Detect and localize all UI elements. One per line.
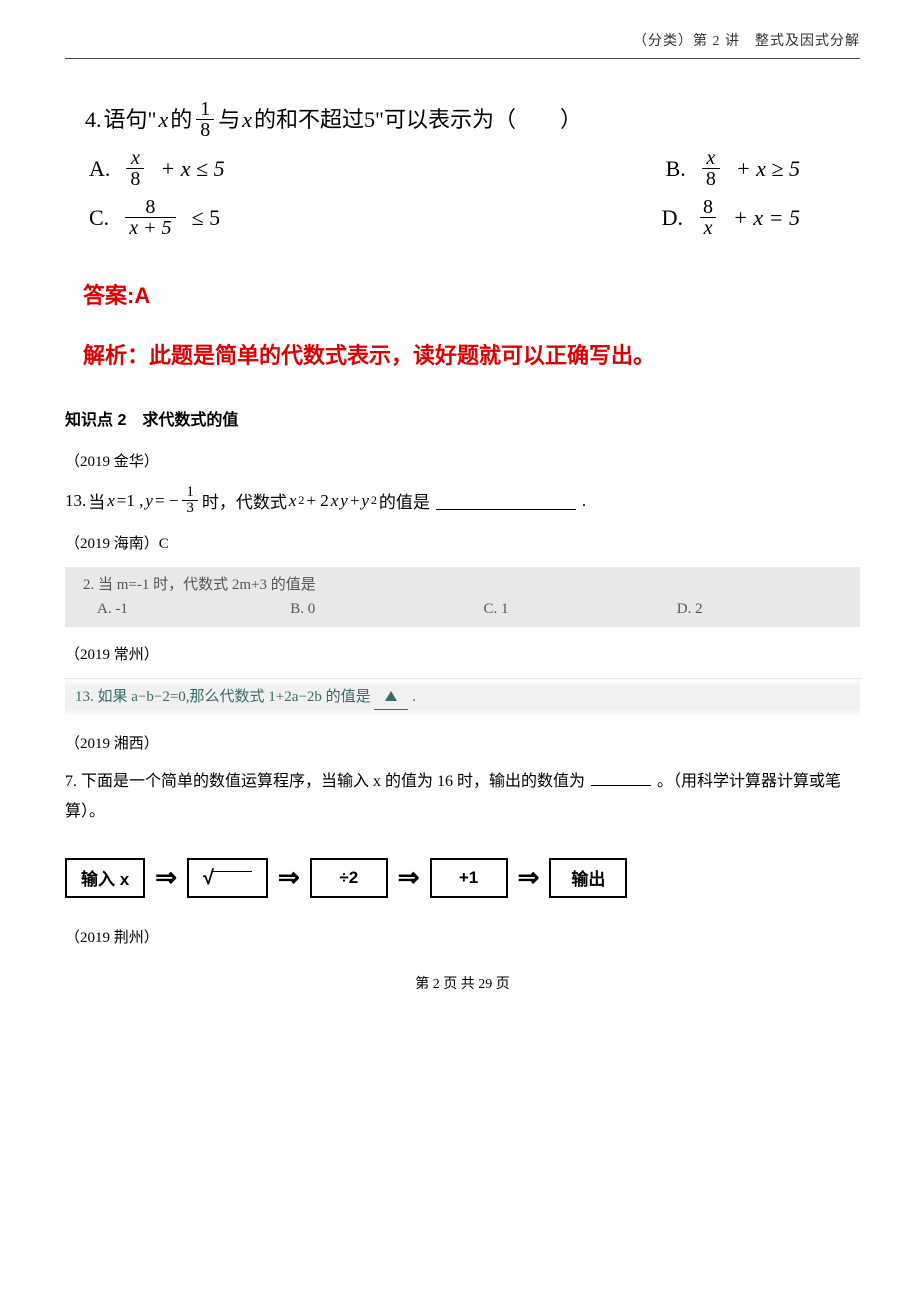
- scan1-B: B. 0: [290, 597, 463, 621]
- q4-number: 4.: [85, 100, 102, 140]
- page-footer: 第 2 页 共 29 页: [65, 973, 860, 993]
- scan2-text-b: .: [412, 689, 416, 705]
- explain-line: 解析：此题是简单的代数式表示，读好题就可以正确写出。: [65, 338, 860, 370]
- q4-text-a: 语句": [104, 100, 157, 140]
- q4-frac-1-8: 1 8: [196, 99, 214, 140]
- source-xiangxi: （2019 湘西）: [65, 732, 860, 753]
- source-jingzhou: （2019 荆州）: [65, 926, 860, 947]
- frac-den: 8: [126, 168, 144, 189]
- q13-num: 13.: [65, 491, 86, 511]
- scan1-stem: 2. 当 m=-1 时，代数式 2m+3 的值是: [83, 573, 850, 597]
- q13-y2: y: [361, 491, 369, 511]
- sup-2a: 2: [298, 493, 304, 508]
- flow-box-input: 输入 x: [65, 858, 145, 898]
- q13-x2: x: [289, 491, 297, 511]
- page: （分类）第 2 讲 整式及因式分解 4. 语句" x 的 1 8 与 x 的和不…: [0, 0, 920, 1200]
- source-hainan: （2019 海南）C: [65, 532, 860, 553]
- frac-num: x: [702, 148, 719, 168]
- choice-D-tail: + x = 5: [733, 198, 800, 238]
- frac-den: 8: [196, 119, 214, 140]
- q13-blank: [436, 492, 576, 510]
- scan1-A: A. -1: [97, 597, 270, 621]
- scan1-options: A. -1 B. 0 C. 1 D. 2: [83, 597, 850, 621]
- frac-num: 1: [196, 99, 214, 119]
- choice-A-tail: + x ≤ 5: [160, 149, 224, 189]
- choice-D: D. 8 x + x = 5: [662, 197, 860, 238]
- question-7: 7. 下面是一个简单的数值运算程序，当输入 x 的值为 16 时，输出的数值为 …: [65, 767, 860, 828]
- choice-A: A. x 8 + x ≤ 5: [89, 148, 455, 189]
- choice-B-label: B.: [666, 149, 686, 189]
- frac-den: x + 5: [125, 217, 175, 238]
- arrow-icon: ⇒: [518, 865, 540, 891]
- frac-num: x: [127, 148, 144, 168]
- q4-text-b: 的: [170, 100, 192, 140]
- q13-x: x: [107, 491, 115, 511]
- knowledge-point-2-title: 知识点 2 求代数式的值: [65, 406, 860, 430]
- choice-C: C. 8 x + 5 ≤ 5: [89, 197, 455, 238]
- frac-num: 8: [141, 197, 159, 217]
- question-4: 4. 语句" x 的 1 8 与 x 的和不超过5"可以表示为（ ） A. x …: [65, 99, 860, 238]
- source-changzhou: （2019 常州）: [65, 643, 860, 664]
- q13-xy-x: x: [331, 491, 339, 511]
- q13-xy-y: y: [340, 491, 348, 511]
- choice-D-frac: 8 x: [699, 197, 717, 238]
- choice-B-frac: x 8: [702, 148, 720, 189]
- source-jinhua: （2019 金华）: [65, 450, 860, 471]
- scan1-D: D. 2: [677, 597, 850, 621]
- frac-num: 8: [699, 197, 717, 217]
- flowchart: 输入 x ⇒ √ ⇒ ÷2 ⇒ +1 ⇒ 输出: [65, 848, 860, 908]
- q4-text-c: 与: [218, 100, 240, 140]
- question-13: 13. 当 x =1 , y = − 1 3 时，代数式 x2 + 2 xy +…: [65, 485, 860, 516]
- flow-box-div2: ÷2: [310, 858, 388, 898]
- scanned-question-hainan: 2. 当 m=-1 时，代数式 2m+3 的值是 A. -1 B. 0 C. 1…: [65, 567, 860, 627]
- question-4-choices: A. x 8 + x ≤ 5 B. x 8 + x ≥ 5 C. 8: [85, 148, 860, 238]
- question-4-stem: 4. 语句" x 的 1 8 与 x 的和不超过5"可以表示为（ ）: [85, 99, 860, 140]
- flow-box-plus1: +1: [430, 858, 508, 898]
- choice-A-frac: x 8: [126, 148, 144, 189]
- arrow-icon: ⇒: [155, 865, 177, 891]
- q13-mid: 时，代数式: [202, 488, 287, 513]
- header-rule: [65, 58, 860, 59]
- choice-C-label: C.: [89, 198, 109, 238]
- q13-a: 当: [88, 488, 105, 513]
- frac-den: 3: [182, 500, 198, 516]
- flow-box-sqrt: √: [187, 858, 268, 898]
- scan2-text-a: 13. 如果 a−b−2=0,那么代数式 1+2a−2b 的值是: [75, 689, 371, 705]
- page-header: （分类）第 2 讲 整式及因式分解: [65, 30, 860, 54]
- scanned-question-changzhou: 13. 如果 a−b−2=0,那么代数式 1+2a−2b 的值是 .: [65, 678, 860, 716]
- frac-den: 8: [702, 168, 720, 189]
- flow-box-output: 输出: [549, 858, 627, 898]
- sqrt-icon: √: [203, 868, 252, 888]
- frac-num: 1: [182, 485, 198, 500]
- choice-C-tail: ≤ 5: [192, 198, 221, 238]
- choice-B: B. x 8 + x ≥ 5: [666, 148, 860, 189]
- triangle-icon: [385, 691, 397, 701]
- q13-tail: 的值是: [379, 488, 430, 513]
- q7-blank: [591, 769, 651, 786]
- q13-y: y: [145, 491, 153, 511]
- choice-A-label: A.: [89, 149, 110, 189]
- scan1-C: C. 1: [484, 597, 657, 621]
- scan2-blank: [374, 685, 408, 710]
- q13-plus2: +: [350, 491, 360, 511]
- q4-var-x2: x: [242, 100, 252, 140]
- q13-eq1: =1 ,: [117, 491, 144, 511]
- choice-D-label: D.: [662, 198, 683, 238]
- q7-text-a: 7. 下面是一个简单的数值运算程序，当输入 x 的值为 16 时，输出的数值为: [65, 773, 585, 790]
- choice-C-frac: 8 x + 5: [125, 197, 175, 238]
- q13-plus1: + 2: [306, 491, 328, 511]
- q13-end: .: [582, 491, 586, 511]
- sup-2b: 2: [371, 493, 377, 508]
- q13-frac: 1 3: [182, 485, 198, 516]
- q4-var-x1: x: [158, 100, 168, 140]
- answer-line: 答案:A: [65, 278, 860, 310]
- choice-B-tail: + x ≥ 5: [736, 149, 800, 189]
- arrow-icon: ⇒: [278, 865, 300, 891]
- frac-den: x: [700, 217, 717, 238]
- q13-eq2: = −: [155, 491, 178, 511]
- q4-text-d: 的和不超过5"可以表示为（ ）: [254, 100, 582, 140]
- arrow-icon: ⇒: [398, 865, 420, 891]
